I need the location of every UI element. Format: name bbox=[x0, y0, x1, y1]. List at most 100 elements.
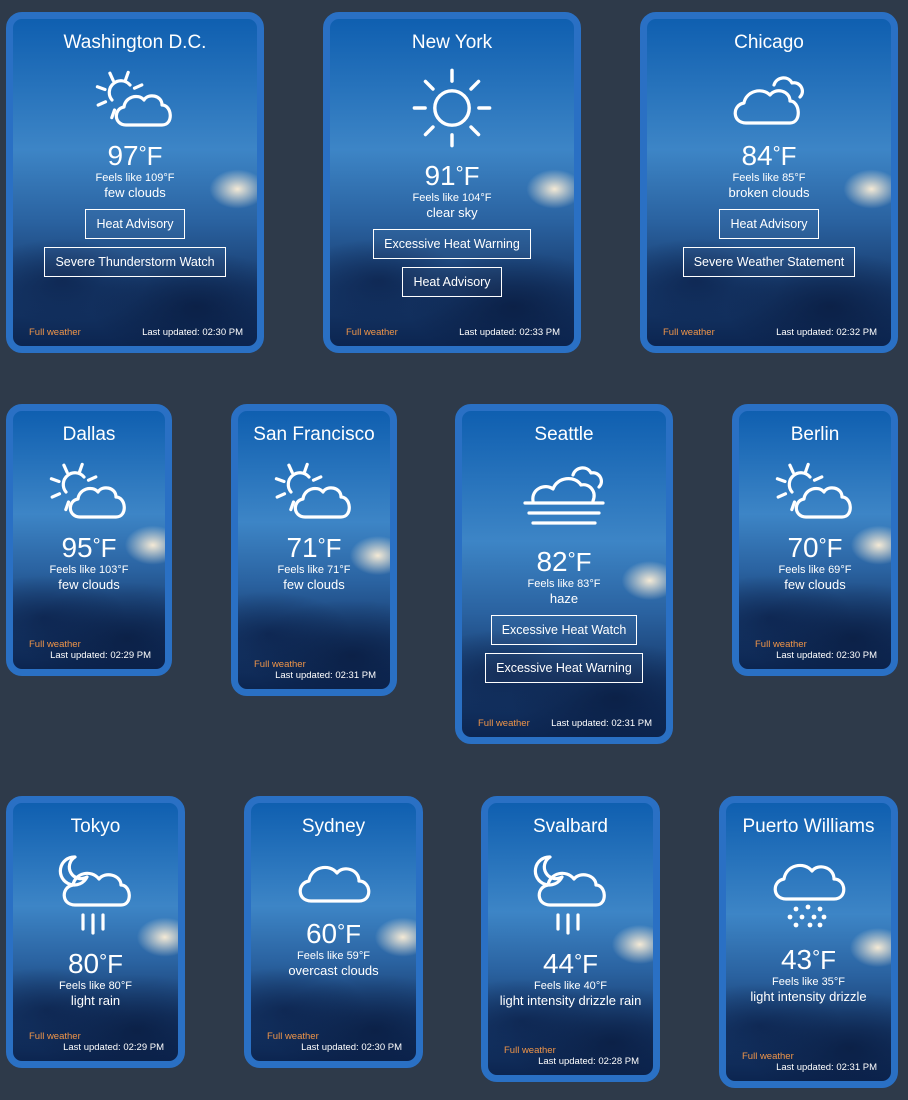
card-footer: Full weather Last updated: 02:31 PM bbox=[254, 659, 376, 681]
alert-button[interactable]: Excessive Heat Warning bbox=[485, 653, 643, 683]
last-updated: Last updated: 02:29 PM bbox=[50, 650, 151, 661]
full-weather-link[interactable]: Full weather bbox=[478, 718, 530, 729]
full-weather-link[interactable]: Full weather bbox=[29, 639, 81, 650]
alert-button[interactable]: Severe Thunderstorm Watch bbox=[44, 247, 226, 277]
moon-cloud-rain-icon bbox=[488, 849, 653, 944]
alert-button[interactable]: Excessive Heat Warning bbox=[373, 229, 531, 259]
temperature-value: 91 bbox=[424, 160, 456, 191]
temperature-value: 60 bbox=[305, 918, 338, 949]
feels-like-unit: °F bbox=[833, 976, 845, 988]
weather-condition: light intensity drizzle bbox=[750, 989, 867, 1004]
full-weather-link[interactable]: Full weather bbox=[346, 327, 398, 338]
haze-icon bbox=[462, 457, 666, 542]
weather-card-berlin: Berlin 70°F Feels like 69°F few clouds Full… bbox=[732, 404, 898, 676]
card-footer: Full weather Last updated: 02:30 PM bbox=[267, 1031, 402, 1053]
feels-like-value: Feels like 104 bbox=[412, 192, 481, 204]
weather-condition: light rain bbox=[70, 993, 121, 1008]
degree-symbol: ° bbox=[772, 143, 781, 165]
full-weather-link[interactable]: Full weather bbox=[755, 639, 807, 650]
weather-condition: few clouds bbox=[784, 577, 846, 592]
temperature-unit: F bbox=[826, 533, 843, 563]
last-updated: Last updated: 02:29 PM bbox=[63, 1042, 164, 1053]
full-weather-row: Full weather bbox=[254, 659, 376, 670]
alert-button[interactable]: Heat Advisory bbox=[719, 209, 819, 239]
feels-like-unit: °F bbox=[794, 172, 806, 184]
temperature: 71°F bbox=[238, 532, 390, 563]
weather-condition: few clouds bbox=[104, 185, 166, 200]
temperature: 43°F bbox=[726, 944, 891, 975]
temperature-value: 43 bbox=[780, 944, 813, 975]
card-footer: Full weather Last updated: 02:29 PM bbox=[29, 639, 151, 661]
full-weather-link[interactable]: Full weather bbox=[742, 1051, 794, 1062]
temperature-value: 70 bbox=[787, 532, 819, 563]
sun-icon bbox=[330, 65, 574, 156]
feels-like-unit: °F bbox=[840, 564, 852, 576]
alert-button[interactable]: Severe Weather Statement bbox=[682, 247, 856, 277]
card-footer: Full weather Last updated: 02:32 PM bbox=[663, 327, 877, 338]
feels-like-value: Feels like 40 bbox=[534, 980, 596, 992]
full-weather-link[interactable]: Full weather bbox=[267, 1031, 319, 1042]
feels-like-value: Feels like 59 bbox=[297, 950, 359, 962]
alert-button[interactable]: Heat Advisory bbox=[85, 209, 185, 239]
full-weather-link[interactable]: Full weather bbox=[29, 327, 81, 338]
temperature-unit: F bbox=[107, 949, 124, 979]
city-name: Chicago bbox=[734, 32, 804, 53]
full-weather-link[interactable]: Full weather bbox=[254, 659, 306, 670]
card-footer: Full weather Last updated: 02:31 PM bbox=[742, 1051, 877, 1073]
feels-like-unit: °F bbox=[163, 172, 175, 184]
weather-condition: light intensity drizzle rain bbox=[499, 993, 642, 1008]
full-weather-link[interactable]: Full weather bbox=[29, 1031, 81, 1042]
weather-card-washington: Washington D.C. 97°F Feels like 109°F few … bbox=[6, 12, 264, 353]
temperature: 82°F bbox=[462, 546, 666, 577]
temperature-value: 95 bbox=[61, 532, 93, 563]
degree-symbol: ° bbox=[99, 951, 108, 973]
full-weather-link[interactable]: Full weather bbox=[504, 1045, 556, 1056]
card-footer: Full weather Last updated: 02:28 PM bbox=[504, 1045, 639, 1067]
temperature-unit: F bbox=[463, 161, 480, 191]
alert-button[interactable]: Heat Advisory bbox=[402, 267, 502, 297]
temperature-value: 44 bbox=[542, 948, 575, 979]
cloud-drizzle-icon bbox=[726, 849, 891, 940]
last-updated: Last updated: 02:31 PM bbox=[551, 718, 652, 729]
weather-card-tokyo: Tokyo 80°F Feels like 80°F light rain Full … bbox=[6, 796, 185, 1068]
feels-like-unit: °F bbox=[117, 564, 129, 576]
temperature-unit: F bbox=[582, 949, 599, 979]
degree-symbol: ° bbox=[455, 163, 464, 185]
temperature: 80°F bbox=[13, 949, 178, 979]
temperature-value: 82 bbox=[536, 546, 568, 577]
temperature-unit: F bbox=[325, 533, 342, 563]
feels-like: Feels like 109°F bbox=[13, 172, 257, 185]
last-updated: Last updated: 02:30 PM bbox=[142, 327, 243, 338]
temperature: 84°F bbox=[647, 142, 891, 171]
feels-like: Feels like 104°F bbox=[330, 192, 574, 205]
city-name: Washington D.C. bbox=[63, 32, 207, 53]
full-weather-row: Full weather bbox=[29, 1031, 164, 1042]
feels-like: Feels like 40°F bbox=[488, 980, 653, 993]
feels-like-value: Feels like 71 bbox=[277, 564, 340, 576]
feels-like-unit: °F bbox=[358, 950, 370, 962]
weather-card-chicago: Chicago 84°F Feels like 85°F broken clouds… bbox=[640, 12, 898, 353]
card-footer: Full weather Last updated: 02:29 PM bbox=[29, 1031, 164, 1053]
degree-symbol: ° bbox=[138, 143, 147, 165]
temperature: 91°F bbox=[330, 160, 574, 191]
last-updated: Last updated: 02:32 PM bbox=[776, 327, 877, 338]
temperature: 70°F bbox=[739, 532, 891, 563]
sun-behind-cloud-icon bbox=[13, 65, 257, 136]
feels-like-unit: °F bbox=[120, 980, 132, 992]
weather-condition: few clouds bbox=[58, 577, 120, 592]
feels-like-value: Feels like 83 bbox=[527, 578, 590, 590]
full-weather-row: Full weather bbox=[29, 639, 151, 650]
full-weather-row: Full weather bbox=[504, 1045, 639, 1056]
full-weather-link[interactable]: Full weather bbox=[663, 327, 715, 338]
weather-card-puerto-williams: Puerto Williams 43°F Feels like 35°F light… bbox=[719, 796, 898, 1088]
feels-like-value: Feels like 85 bbox=[732, 172, 795, 184]
card-footer: Full weather Last updated: 02:30 PM bbox=[755, 639, 877, 661]
weather-condition: broken clouds bbox=[728, 185, 810, 200]
temperature: 60°F bbox=[251, 918, 416, 949]
temperature-value: 71 bbox=[286, 532, 318, 563]
feels-like-unit: °F bbox=[595, 980, 607, 992]
weather-card-svalbard: Svalbard 44°F Feels like 40°F light intens… bbox=[481, 796, 660, 1082]
cloud-icon bbox=[251, 849, 416, 914]
broken-clouds-icon bbox=[647, 65, 891, 136]
alert-button[interactable]: Excessive Heat Watch bbox=[490, 615, 638, 645]
